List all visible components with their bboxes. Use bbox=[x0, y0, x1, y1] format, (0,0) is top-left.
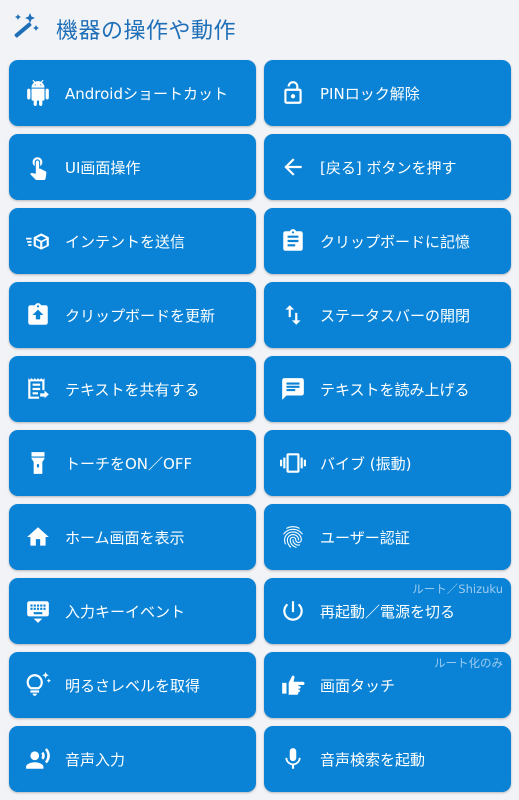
button-label: バイブ (振動) bbox=[320, 455, 412, 473]
pin-unlock-button[interactable]: PINロック解除 bbox=[264, 60, 511, 126]
hand-point-icon bbox=[280, 672, 306, 698]
ui-operation-button[interactable]: UI画面操作 bbox=[9, 134, 256, 200]
share-text-button[interactable]: テキストを共有する bbox=[9, 356, 256, 422]
magic-wand-icon bbox=[10, 11, 40, 41]
key-event-button[interactable]: 入力キーイベント bbox=[9, 578, 256, 644]
button-label: 入力キーイベント bbox=[65, 603, 186, 621]
voice-input-button[interactable]: 音声入力 bbox=[9, 726, 256, 792]
send-intent-button[interactable]: インテントを送信 bbox=[9, 208, 256, 274]
button-label: トーチをON／OFF bbox=[65, 455, 193, 473]
button-label: 再起動／電源を切る bbox=[320, 603, 456, 621]
button-label: ステータスバーの開閉 bbox=[320, 307, 471, 325]
back-button-press-button[interactable]: [戻る] ボタンを押す bbox=[264, 134, 511, 200]
clipboard-update-button[interactable]: クリップボードを更新 bbox=[9, 282, 256, 348]
requirement-note: ルート化のみ bbox=[434, 656, 503, 670]
header: 機器の操作や動作 bbox=[0, 0, 519, 58]
arrow-back-icon bbox=[280, 154, 306, 180]
button-label: テキストを読み上げる bbox=[320, 381, 470, 399]
button-label: インテントを送信 bbox=[65, 233, 186, 251]
button-label: ユーザー認証 bbox=[320, 529, 410, 547]
user-auth-button[interactable]: ユーザー認証 bbox=[264, 504, 511, 570]
power-icon bbox=[280, 598, 306, 624]
message-text-icon bbox=[280, 376, 306, 402]
button-label: クリップボードに記憶 bbox=[320, 233, 471, 251]
voice-input-icon bbox=[25, 746, 51, 772]
touch-icon bbox=[25, 154, 51, 180]
status-bar-toggle-button[interactable]: ステータスバーの開閉 bbox=[264, 282, 511, 348]
android-icon bbox=[25, 80, 51, 106]
button-label: テキストを共有する bbox=[65, 381, 200, 399]
button-label: Androidショートカット bbox=[65, 85, 228, 103]
button-label: 音声入力 bbox=[65, 751, 126, 769]
action-grid: Androidショートカット PINロック解除 UI画面操作 [戻る] ボタンを… bbox=[9, 60, 511, 792]
button-label: 画面タッチ bbox=[320, 677, 396, 695]
button-label: 音声検索を起動 bbox=[320, 751, 426, 769]
swap-vertical-icon bbox=[280, 302, 306, 328]
lightbulb-icon bbox=[25, 672, 51, 698]
clipboard-upload-icon bbox=[25, 302, 51, 328]
screen-touch-button[interactable]: ルート化のみ 画面タッチ bbox=[264, 652, 511, 718]
clipboard-icon bbox=[280, 228, 306, 254]
vibrate-icon bbox=[280, 450, 306, 476]
receipt-share-icon bbox=[25, 376, 51, 402]
show-home-button[interactable]: ホーム画面を表示 bbox=[9, 504, 256, 570]
keyboard-icon bbox=[25, 598, 51, 624]
vibrate-button[interactable]: バイブ (振動) bbox=[264, 430, 511, 496]
lock-open-icon bbox=[280, 80, 306, 106]
reboot-power-off-button[interactable]: ルート／Shizuku 再起動／電源を切る bbox=[264, 578, 511, 644]
home-icon bbox=[25, 524, 51, 550]
send-intent-icon bbox=[25, 228, 51, 254]
button-label: PINロック解除 bbox=[320, 85, 420, 103]
flashlight-icon bbox=[25, 450, 51, 476]
voice-search-button[interactable]: 音声検索を起動 bbox=[264, 726, 511, 792]
button-label: ホーム画面を表示 bbox=[65, 529, 185, 547]
button-label: 明るさレベルを取得 bbox=[65, 677, 201, 695]
button-label: クリップボードを更新 bbox=[65, 307, 216, 325]
read-aloud-button[interactable]: テキストを読み上げる bbox=[264, 356, 511, 422]
button-label: [戻る] ボタンを押す bbox=[320, 159, 457, 177]
fingerprint-icon bbox=[280, 524, 306, 550]
page-title: 機器の操作や動作 bbox=[56, 19, 237, 44]
torch-toggle-button[interactable]: トーチをON／OFF bbox=[9, 430, 256, 496]
clipboard-store-button[interactable]: クリップボードに記憶 bbox=[264, 208, 511, 274]
requirement-note: ルート／Shizuku bbox=[412, 582, 503, 596]
button-label: UI画面操作 bbox=[65, 159, 141, 177]
get-brightness-button[interactable]: 明るさレベルを取得 bbox=[9, 652, 256, 718]
android-shortcut-button[interactable]: Androidショートカット bbox=[9, 60, 256, 126]
microphone-icon bbox=[280, 746, 306, 772]
